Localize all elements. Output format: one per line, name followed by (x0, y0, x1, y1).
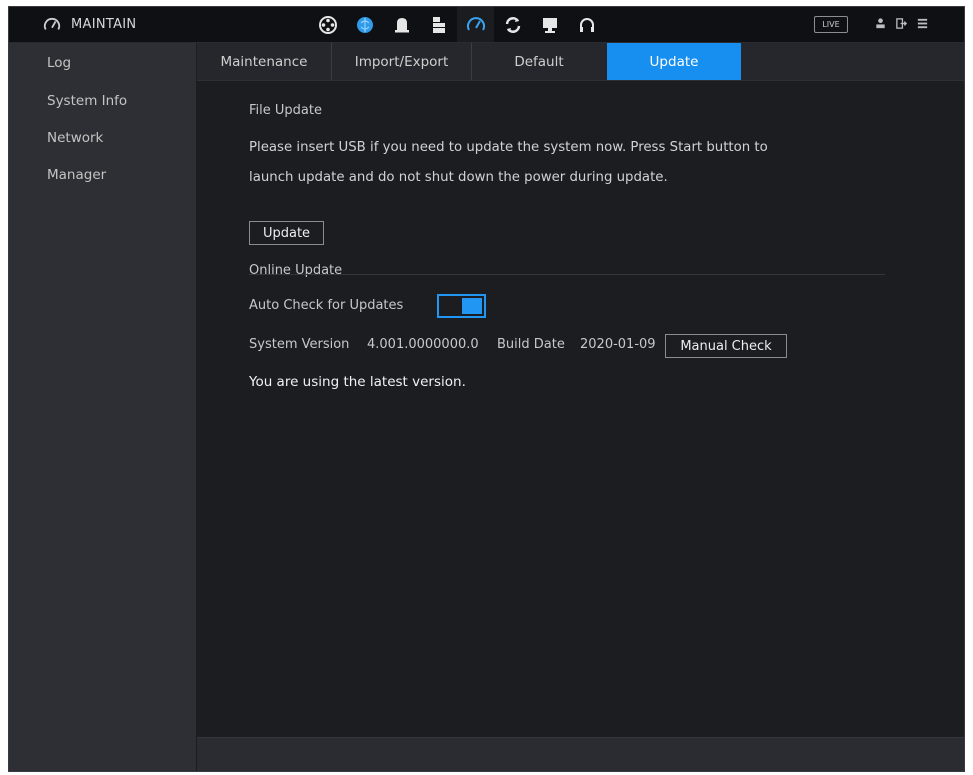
sidebar-item-manager[interactable]: Manager (9, 157, 196, 194)
build-date-label: Build Date (497, 337, 565, 352)
manual-check-button[interactable]: Manual Check (665, 334, 787, 358)
file-update-description-line2: launch update and do not shut down the p… (249, 170, 668, 185)
display-monitor-icon[interactable] (531, 7, 568, 42)
app-window: MAINTAIN LIVE Log System Info Network Ma… (8, 6, 965, 772)
tab-default[interactable]: Default (472, 43, 606, 80)
tab-import-export[interactable]: Import/Export (332, 43, 472, 80)
top-right-tools (874, 7, 929, 42)
sidebar: Log System Info Network Manager (9, 43, 196, 771)
sidebar-item-network[interactable]: Network (9, 120, 196, 157)
main-menu (309, 7, 605, 42)
system-version-value: 4.001.0000000.0 (367, 337, 479, 352)
audio-headset-icon[interactable] (568, 7, 605, 42)
auto-check-label: Auto Check for Updates (249, 298, 404, 313)
update-status-message: You are using the latest version. (249, 374, 466, 390)
sidebar-item-log[interactable]: Log (9, 43, 196, 83)
storage-icon[interactable] (420, 7, 457, 42)
logout-icon[interactable] (895, 15, 908, 34)
user-icon[interactable] (874, 15, 887, 34)
top-bar: MAINTAIN LIVE (9, 7, 964, 43)
sidebar-item-system-info[interactable]: System Info (9, 83, 196, 120)
file-update-description-line1: Please insert USB if you need to update … (249, 140, 768, 155)
brand: MAINTAIN (43, 7, 136, 42)
auto-check-toggle[interactable] (437, 294, 486, 318)
tab-bar: Maintenance Import/Export Default Update (197, 43, 964, 81)
app-title: MAINTAIN (71, 17, 137, 32)
tab-update[interactable]: Update (607, 43, 741, 80)
toggle-knob (462, 298, 482, 314)
online-update-heading: Online Update (249, 263, 343, 278)
grid-menu-icon[interactable] (916, 15, 929, 34)
maintain-gauge-icon (43, 16, 61, 34)
update-button[interactable]: Update (249, 221, 324, 245)
live-view-button[interactable]: LIVE (814, 16, 848, 33)
system-version-label: System Version (249, 337, 350, 352)
ai-brain-icon[interactable] (346, 7, 383, 42)
backup-sync-icon[interactable] (494, 7, 531, 42)
footer-bar (197, 737, 964, 771)
maintain-gauge-icon[interactable] (457, 7, 494, 42)
alarm-bell-icon[interactable] (383, 7, 420, 42)
file-update-heading: File Update (249, 103, 322, 118)
playback-reel-icon[interactable] (309, 7, 346, 42)
tab-maintenance[interactable]: Maintenance (197, 43, 332, 80)
update-panel: File Update Please insert USB if you nee… (197, 81, 964, 771)
build-date-value: 2020-01-09 (580, 337, 656, 352)
section-divider (249, 274, 885, 275)
